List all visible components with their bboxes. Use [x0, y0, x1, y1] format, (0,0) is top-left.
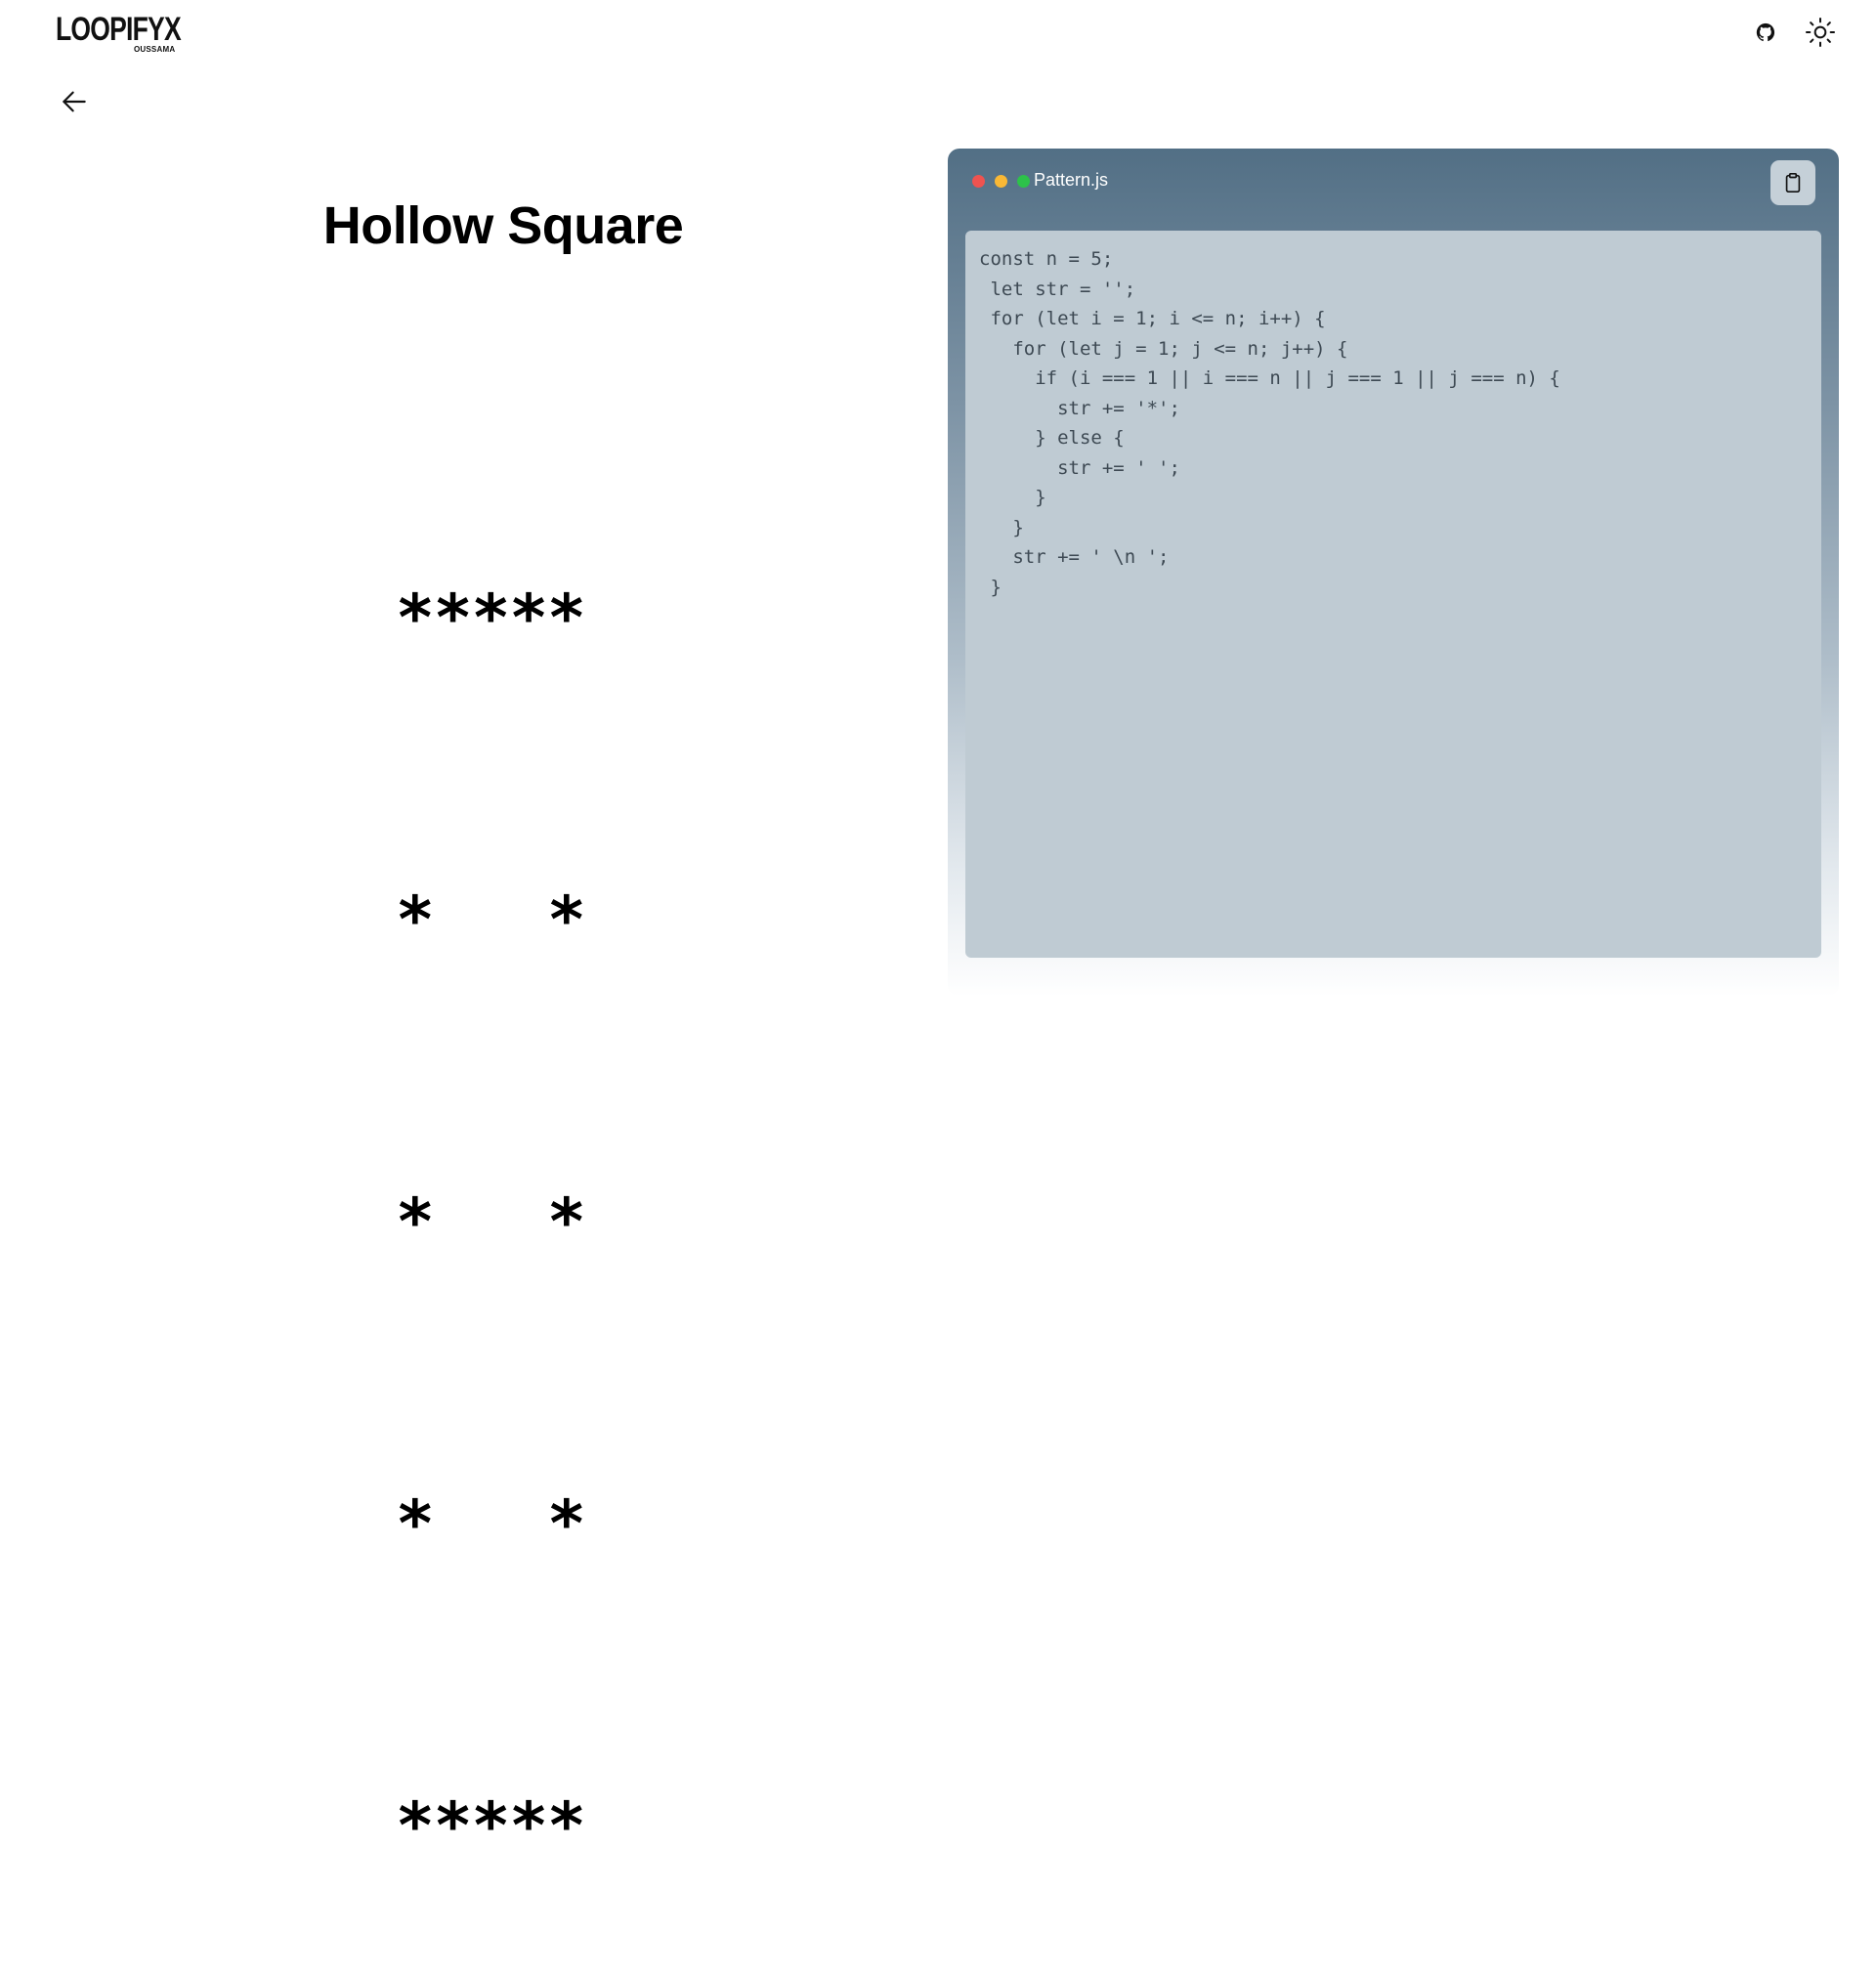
editor-titlebar: Pattern.js — [948, 149, 1839, 217]
clipboard-icon — [1785, 173, 1801, 193]
code-line: str += '*'; — [979, 397, 1180, 419]
code-line: for (let i = 1; i <= n; i++) { — [979, 308, 1326, 329]
github-icon — [1756, 22, 1775, 42]
code-line: } — [979, 487, 1046, 508]
code-line: } — [979, 516, 1024, 538]
sun-icon — [1806, 18, 1835, 47]
code-content: const n = 5; let str = ''; for (let i = … — [965, 231, 1821, 616]
pattern-title: Hollow Square — [322, 196, 684, 255]
code-block[interactable]: const n = 5; let str = ''; for (let i = … — [965, 231, 1821, 958]
window-minimize-dot — [995, 175, 1007, 188]
code-line: str += ' \n '; — [979, 546, 1170, 568]
theme-toggle-button[interactable] — [1804, 16, 1837, 49]
github-link[interactable] — [1749, 16, 1782, 49]
pattern-row: * * — [396, 1486, 586, 1562]
code-line: let str = ''; — [979, 278, 1136, 300]
pattern-row: ***** — [396, 580, 586, 656]
pattern-row: * * — [396, 1184, 586, 1260]
pattern-output: ***** * * * * * * ***** — [396, 366, 586, 1977]
pattern-row: ***** — [396, 1788, 586, 1864]
window-maximize-dot — [1017, 175, 1030, 188]
window-close-dot — [972, 175, 985, 188]
logo[interactable]: LOOPIFYX OUSSAMA — [56, 12, 183, 57]
logo-subtext: OUSSAMA — [134, 45, 176, 54]
code-line: } — [979, 576, 1002, 598]
code-line: if (i === 1 || i === n || j === 1 || j =… — [979, 367, 1560, 389]
pattern-row: * * — [396, 882, 586, 958]
code-line: const n = 5; — [979, 248, 1114, 270]
code-line: for (let j = 1; j <= n; j++) { — [979, 337, 1348, 360]
code-line: } else { — [979, 427, 1125, 449]
header-actions — [1749, 16, 1837, 49]
code-editor: Pattern.js const n = 5; let str = ''; fo… — [948, 149, 1839, 997]
arrow-left-icon — [63, 91, 86, 112]
editor-filename: Pattern.js — [1034, 170, 1109, 190]
back-button[interactable] — [59, 86, 94, 121]
logo-text: LOOPIFYX — [56, 11, 182, 48]
code-line: str += ' '; — [979, 456, 1180, 479]
copy-code-button[interactable] — [1770, 160, 1815, 205]
